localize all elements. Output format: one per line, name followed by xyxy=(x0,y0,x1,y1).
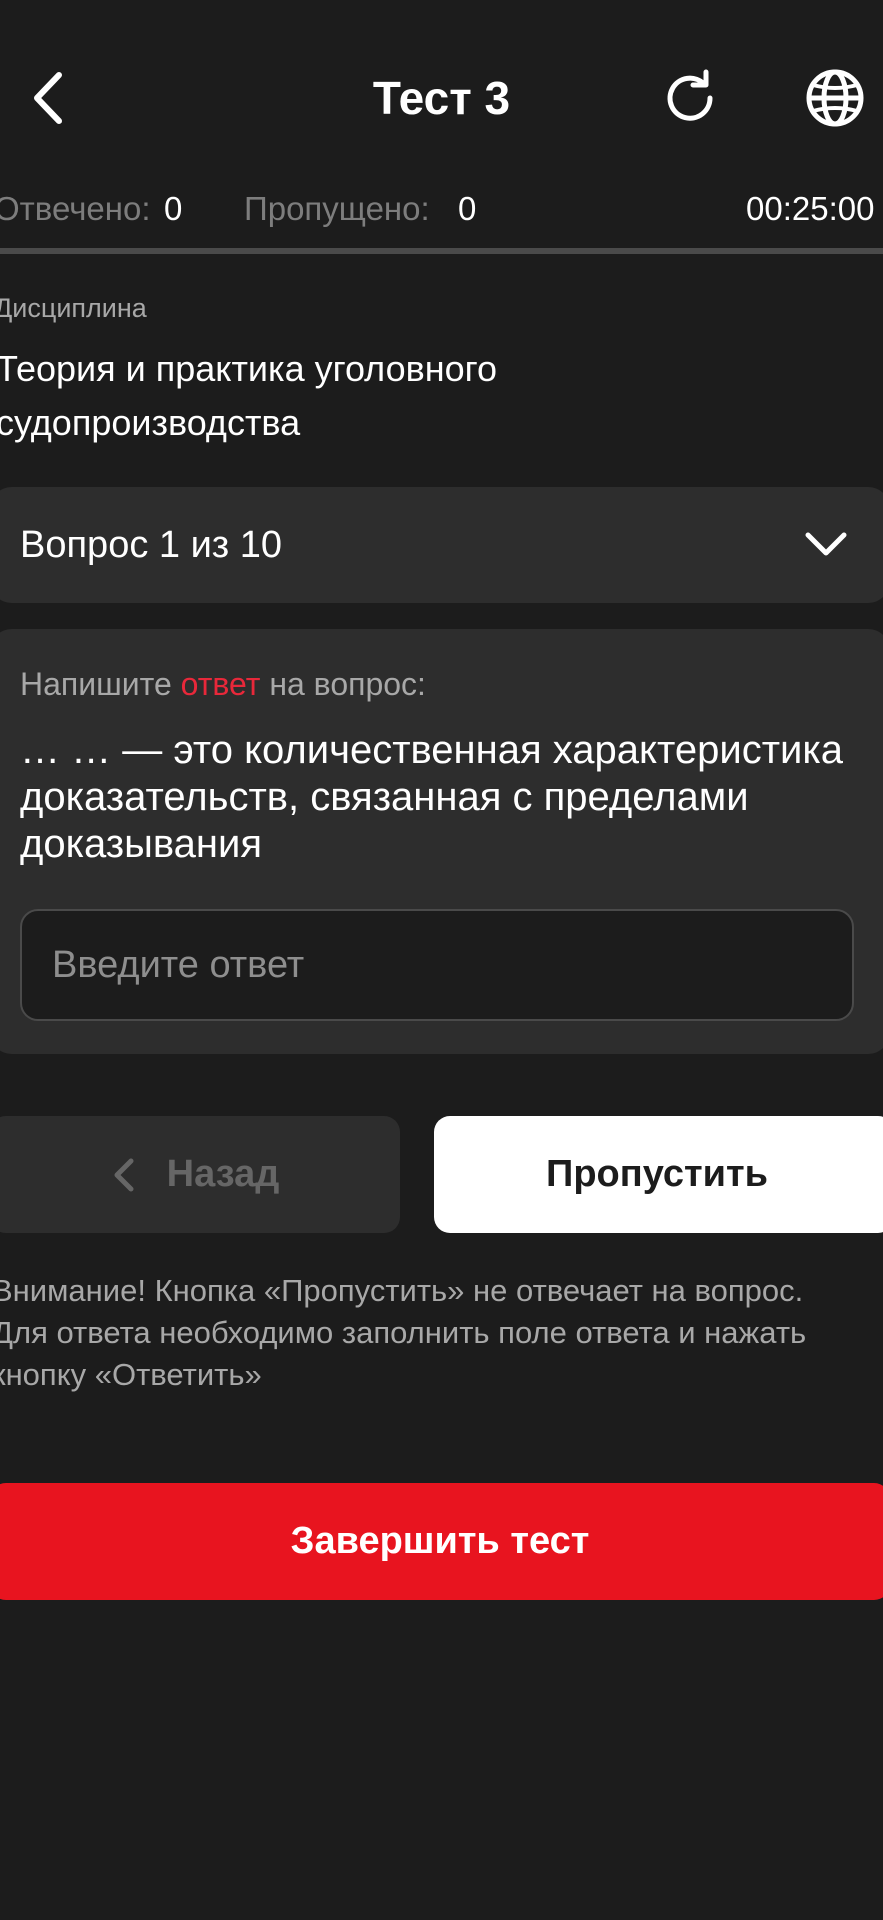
skip-label: Пропустить xyxy=(546,1153,768,1195)
finish-test-button[interactable]: Завершить тест xyxy=(0,1483,883,1600)
language-button[interactable] xyxy=(790,60,880,136)
back-nav-label: Назад xyxy=(166,1153,280,1195)
skipped-label: Пропущено: xyxy=(244,190,430,227)
question-selector[interactable]: Вопрос 1 из 10 xyxy=(0,487,883,603)
question-prompt-end: на вопрос: xyxy=(260,666,426,702)
page-title: Тест 3 xyxy=(372,72,511,124)
skipped-count: 0 xyxy=(458,190,477,227)
progress-bar xyxy=(0,248,883,254)
back-button[interactable] xyxy=(18,60,78,136)
back-nav-button[interactable]: Назад xyxy=(0,1116,400,1233)
skip-warning: Внимание! Кнопка «Пропустить» не отвечае… xyxy=(0,1273,807,1392)
globe-icon xyxy=(806,69,864,127)
answered-label: Отвечено: xyxy=(0,190,151,227)
question-text: … … — это количественная характеристика … xyxy=(20,728,843,866)
question-prompt-start: Напишите xyxy=(20,666,181,702)
answer-input[interactable] xyxy=(20,909,854,1021)
chevron-left-icon xyxy=(114,1158,134,1191)
question-prompt: Напишите ответ на вопрос: xyxy=(20,659,426,709)
chevron-left-icon xyxy=(34,72,62,124)
refresh-button[interactable] xyxy=(648,60,732,136)
skip-button[interactable]: Пропустить xyxy=(434,1116,883,1233)
question-selector-label: Вопрос 1 из 10 xyxy=(20,524,283,566)
discipline-name: Теория и практика уголовного судопроизво… xyxy=(0,348,497,443)
status-row: Отвечено: 0 Пропущено: 0 00:25:00 xyxy=(0,185,883,233)
question-card: Напишите ответ на вопрос: … … — это коли… xyxy=(0,629,883,1054)
finish-test-label: Завершить тест xyxy=(290,1520,590,1562)
answered-count: 0 xyxy=(164,190,183,227)
question-prompt-accent: ответ xyxy=(180,666,261,702)
chevron-down-icon xyxy=(805,532,847,556)
discipline-label: Дисциплина xyxy=(0,293,147,323)
refresh-icon xyxy=(667,69,713,121)
timer: 00:25:00 xyxy=(746,190,875,227)
